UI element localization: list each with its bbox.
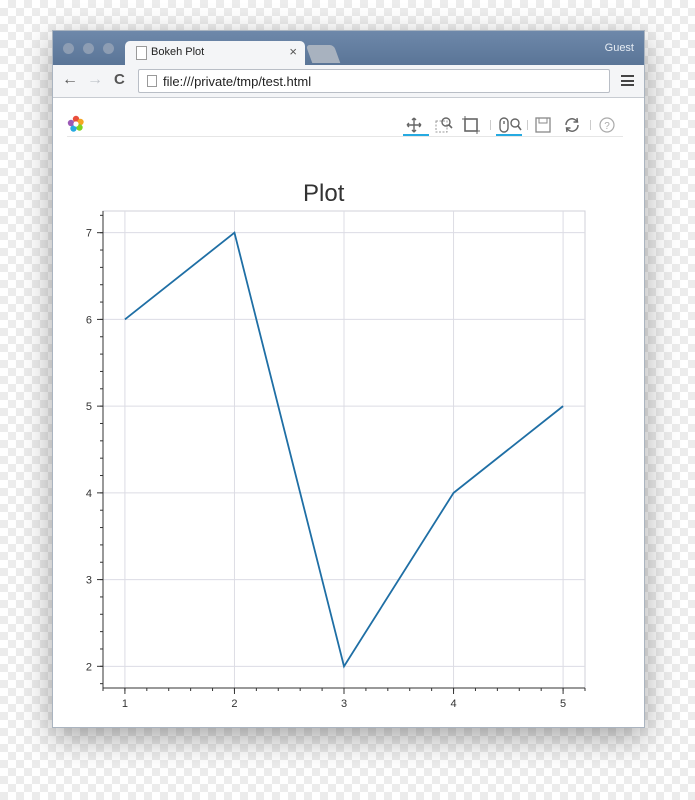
- new-tab-button[interactable]: [305, 45, 341, 63]
- browser-window: Bokeh Plot × Guest ← → C file:///private…: [52, 30, 645, 728]
- y-tick-label: 2: [86, 661, 92, 673]
- x-tick-label: 2: [231, 698, 237, 710]
- page-content: ? Plot 12345234567: [53, 98, 644, 727]
- menu-icon[interactable]: [621, 75, 634, 86]
- back-button[interactable]: ←: [62, 71, 78, 89]
- y-tick-label: 3: [86, 575, 92, 587]
- tab-title: Bokeh Plot: [151, 46, 205, 58]
- y-tick-label: 5: [86, 401, 92, 413]
- y-tick-label: 7: [86, 228, 92, 240]
- x-tick-label: 3: [341, 698, 347, 710]
- browser-toolbar: ← → C file:///private/tmp/test.html: [53, 65, 644, 98]
- x-tick-label: 4: [450, 698, 456, 710]
- title-bar: Bokeh Plot × Guest: [53, 31, 644, 65]
- plot-canvas[interactable]: 1 2 3 4 5 2 3 4 5 6 7: [53, 98, 644, 727]
- page-icon: [147, 75, 157, 87]
- forward-button[interactable]: →: [87, 71, 103, 89]
- address-bar[interactable]: file:///private/tmp/test.html: [138, 69, 610, 93]
- x-tick-label: 5: [560, 698, 566, 710]
- user-profile-label[interactable]: Guest: [605, 42, 634, 54]
- y-tick-label: 6: [86, 314, 92, 326]
- minimize-window-button[interactable]: [83, 43, 94, 54]
- document-icon: [136, 46, 147, 60]
- zoom-window-button[interactable]: [103, 43, 114, 54]
- x-tick-label: 1: [122, 698, 128, 710]
- url-text[interactable]: file:///private/tmp/test.html: [163, 74, 311, 89]
- reload-button[interactable]: C: [114, 71, 125, 88]
- tab-close-button[interactable]: ×: [289, 44, 297, 59]
- close-window-button[interactable]: [63, 43, 74, 54]
- browser-tab[interactable]: Bokeh Plot ×: [125, 41, 305, 65]
- y-tick-label: 4: [86, 488, 92, 500]
